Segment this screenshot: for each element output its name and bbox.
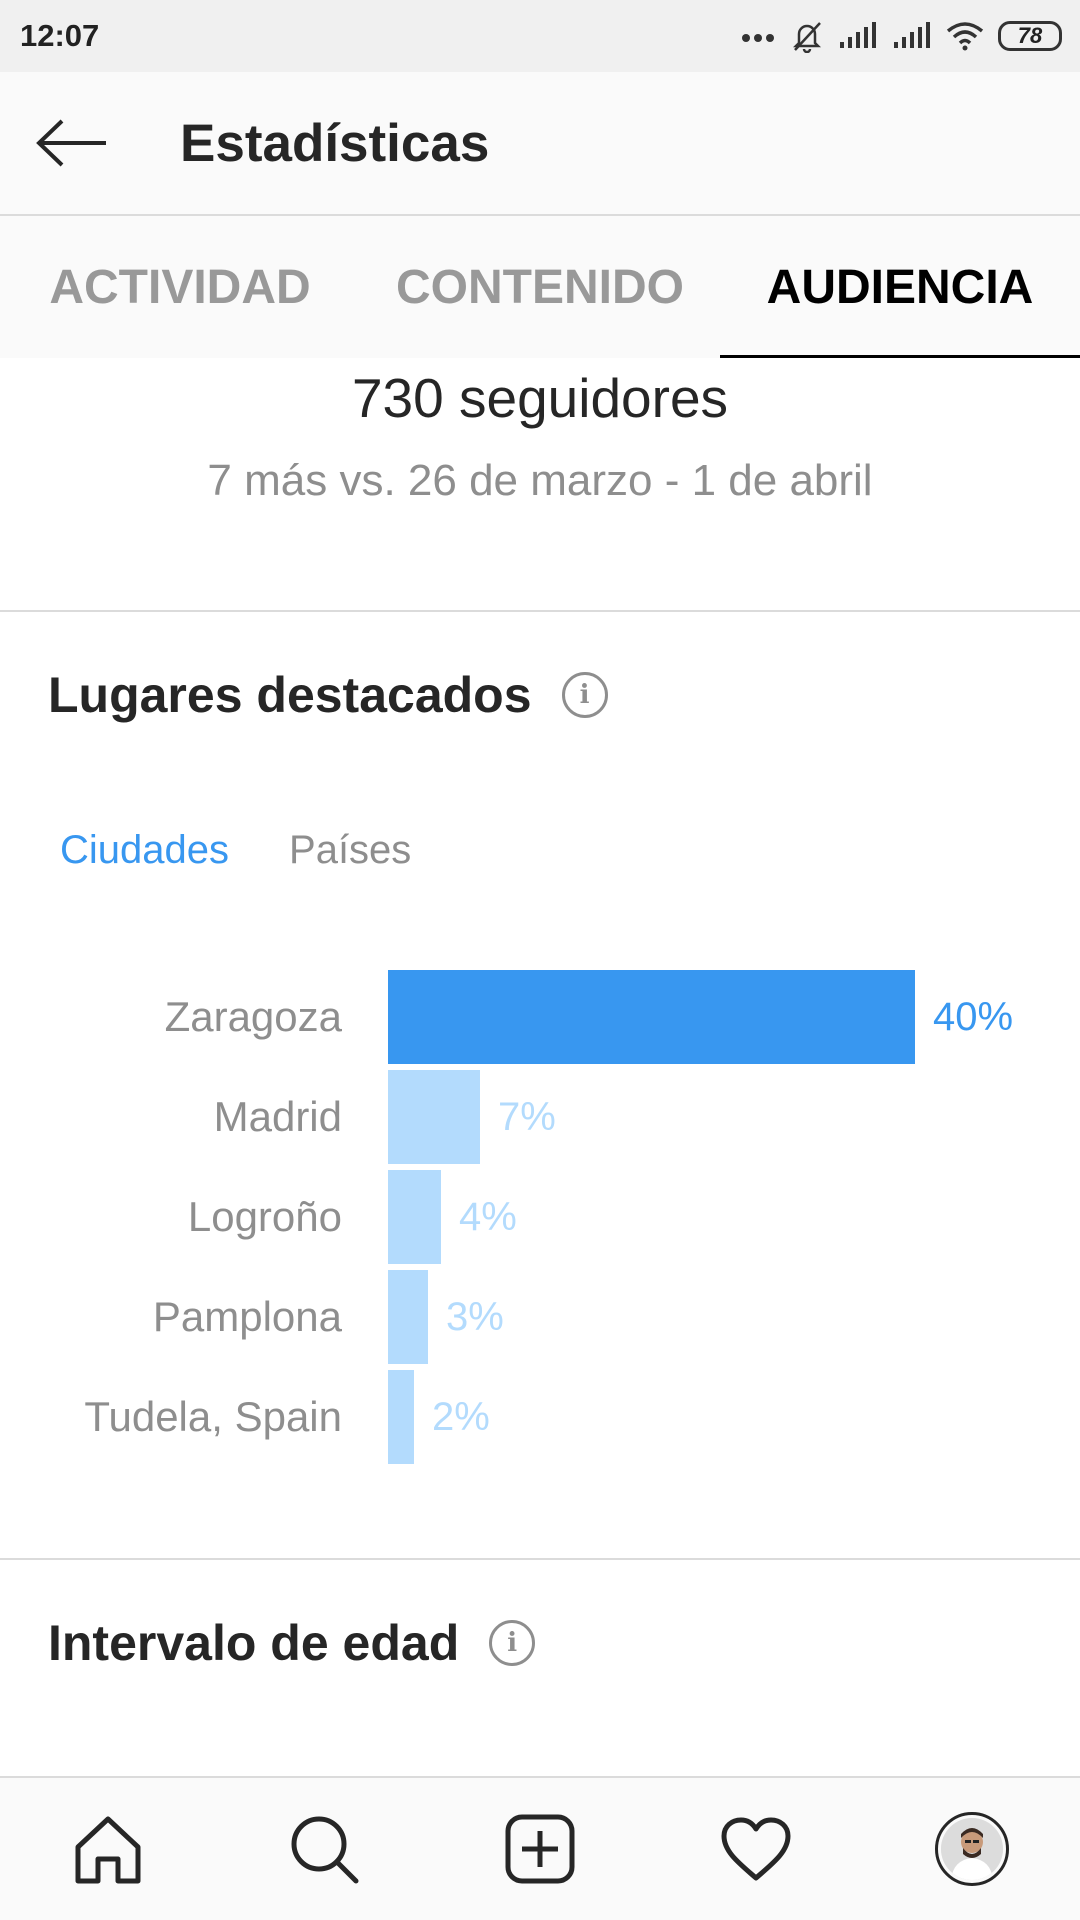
nav-add-post-button[interactable] [480,1789,600,1909]
chart-row: Tudela, Spain 2% [0,1370,1080,1464]
subtab-paises[interactable]: Países [289,828,411,873]
followers-count: 730 seguidores [351,367,729,429]
signal-icon [894,22,930,48]
city-label: Logroño [187,1193,342,1240]
percentage-label: 4% [459,1194,517,1239]
chart-bar [388,970,915,1064]
activity-heart-icon [721,1817,791,1881]
followers-delta: 7 más vs. 26 de marzo - 1 de abril [207,456,873,505]
top-locations-title: Lugares destacados [48,667,532,723]
chart-bar [388,1070,480,1164]
subtab-ciudades[interactable]: Ciudades [60,828,229,873]
home-icon [75,1816,141,1884]
status-time: 12:07 [20,18,100,53]
tab-contenido[interactable]: CONTENIDO [360,216,720,358]
tab-audiencia[interactable]: AUDIENCIA [720,216,1080,358]
city-label: Madrid [213,1093,342,1140]
info-icon[interactable]: i [489,1620,536,1666]
profile-avatar [935,1812,1009,1886]
divider [0,610,1080,612]
city-label: Pamplona [152,1293,342,1340]
more-dots-icon [742,34,774,42]
nav-activity-button[interactable] [696,1789,816,1909]
chart-row: Zaragoza 40% [0,970,1080,1064]
info-icon[interactable]: i [561,672,608,718]
followers-summary: 730 seguidores 7 más vs. 26 de marzo - 1… [0,358,1080,610]
city-label: Tudela, Spain [84,1393,342,1440]
tab-actividad[interactable]: ACTIVIDAD [0,216,360,358]
top-locations-header: Lugares destacados i [48,666,608,724]
search-icon [291,1816,359,1884]
bell-muted-icon [792,22,822,53]
status-bar: 12:07 78 [0,0,1080,72]
city-label: Zaragoza [164,993,342,1040]
battery-icon: 78 [998,21,1062,51]
page-title: Estadísticas [180,113,490,173]
percentage-label: 3% [446,1294,504,1339]
chart-bar [388,1270,428,1364]
chart-row: Logroño 4% [0,1170,1080,1264]
battery-level: 78 [1017,23,1043,48]
nav-home-button[interactable] [48,1789,168,1909]
chart-bar [388,1170,441,1264]
profile-photo [941,1818,1003,1880]
signal-icon [840,22,876,48]
back-button[interactable] [0,71,144,215]
divider [0,1558,1080,1560]
add-post-icon [505,1814,575,1884]
insights-tabs: ACTIVIDAD CONTENIDO AUDIENCIA [0,216,1080,358]
chart-row: Pamplona 3% [0,1270,1080,1364]
location-subtabs: Ciudades Países [60,828,411,873]
age-range-header: Intervalo de edad i [48,1614,536,1672]
nav-profile-button[interactable] [912,1789,1032,1909]
bottom-nav [0,1776,1080,1920]
wifi-icon [946,22,984,51]
percentage-label: 7% [498,1094,556,1139]
percentage-label: 40% [933,994,1014,1039]
cities-bar-chart: Zaragoza 40% Madrid 7% Logroño 4% Pamplona 3% Tu… [0,970,1080,1470]
status-icons: 78 [740,19,1062,53]
percentage-label: 2% [432,1394,490,1439]
chart-row: Madrid 7% [0,1070,1080,1164]
app-header: Estadísticas [0,72,1080,216]
screen: 12:07 78 Estadísticas ACTIVIDAD CONTENID… [0,0,1080,1920]
chart-bar [388,1370,414,1464]
age-range-title: Intervalo de edad [48,1615,460,1671]
nav-search-button[interactable] [264,1789,384,1909]
back-arrow-icon [36,119,106,167]
